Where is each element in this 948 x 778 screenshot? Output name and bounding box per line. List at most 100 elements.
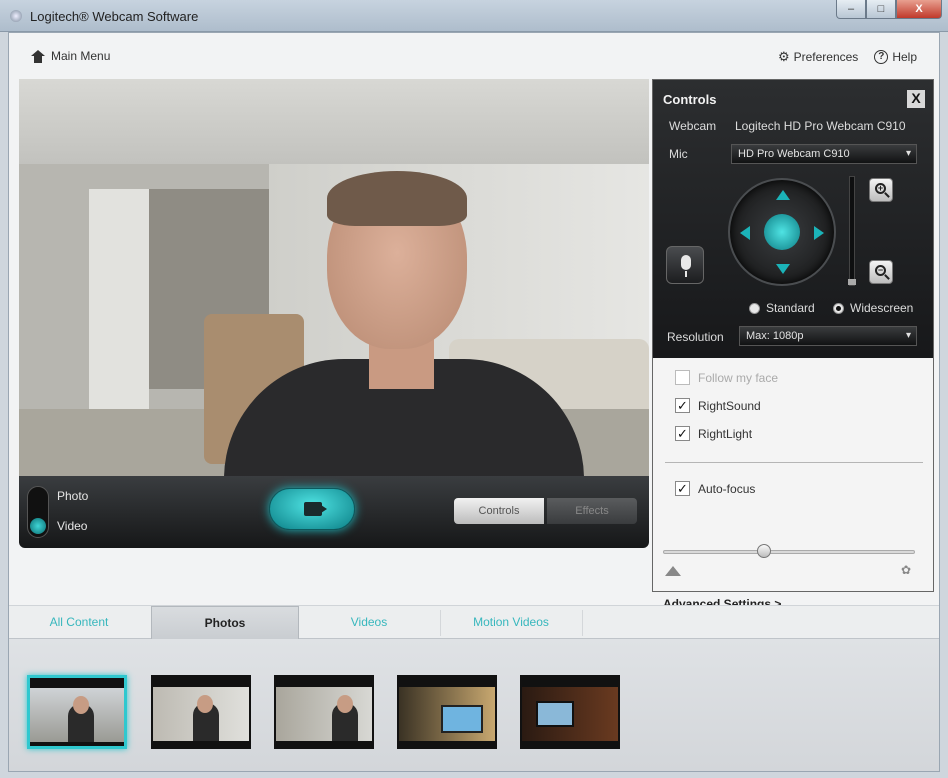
preferences-label: Preferences [793, 50, 859, 64]
microphone-icon [681, 255, 691, 270]
top-nav: Main Menu ⚙ Preferences ? Help [9, 33, 939, 79]
thumbnail-strip [9, 639, 939, 771]
zoom-out-handle [884, 274, 890, 280]
controls-panel-top: Controls X Webcam Logitech HD Pro Webcam… [653, 80, 933, 358]
microphone-stand [685, 271, 687, 277]
pan-tilt-pad[interactable] [728, 178, 836, 286]
rightsound-box: ✓ [675, 398, 690, 413]
zoom-in-handle [884, 192, 890, 198]
mode-photo-label[interactable]: Photo [57, 489, 88, 503]
tab-separator [582, 610, 583, 636]
webcam-label: Webcam [669, 119, 717, 133]
thumbnail-5[interactable] [520, 675, 620, 749]
thumbnail-face [337, 695, 353, 713]
thumbnail-face [197, 695, 213, 713]
radio-standard-dot [749, 302, 760, 314]
autofocus-checkbox[interactable]: ✓ Auto-focus [675, 481, 755, 496]
mic-dropdown[interactable]: HD Pro Webcam C910 ▾ [731, 144, 917, 164]
mode-video-label[interactable]: Video [57, 519, 87, 533]
controls-panel-title: Controls [663, 92, 717, 107]
rightsound-checkbox[interactable]: ✓ RightSound [675, 398, 761, 413]
pan-center-button[interactable] [764, 214, 800, 250]
webcam-value: Logitech HD Pro Webcam C910 [735, 119, 906, 133]
follow-face-label: Follow my face [698, 370, 779, 385]
preview-arch [89, 189, 149, 419]
record-button[interactable] [269, 488, 355, 530]
zoom-out-button[interactable]: − [869, 260, 893, 284]
thumbnail-screen [441, 705, 483, 733]
window-title: Logitech® Webcam Software [30, 9, 199, 24]
radio-widescreen-label: Widescreen [850, 301, 914, 315]
video-camera-icon [304, 502, 327, 516]
tab-all-content[interactable]: All Content [9, 606, 149, 639]
tab-photos[interactable]: Photos [151, 606, 299, 639]
autofocus-box: ✓ [675, 481, 690, 496]
main-menu-link[interactable]: Main Menu [31, 49, 110, 63]
rightsound-label: RightSound [698, 398, 761, 413]
gear-icon: ⚙ [777, 49, 790, 64]
preview-person-hair [327, 171, 467, 226]
rightlight-checkbox[interactable]: ✓ RightLight [675, 426, 752, 441]
home-icon [31, 49, 45, 63]
radio-standard[interactable]: Standard [749, 301, 815, 315]
thumbnail-screen [536, 701, 574, 727]
capture-bar: Photo Video Controls Effects [19, 476, 649, 548]
mountain-icon [665, 566, 681, 576]
resolution-dropdown-value: Max: 1080p [746, 330, 804, 342]
app-frame: Main Menu ⚙ Preferences ? Help Photo Vid… [8, 32, 940, 772]
gallery-tabs: All Content Photos Videos Motion Videos [9, 605, 939, 639]
zoom-in-button[interactable]: + [869, 178, 893, 202]
radio-standard-label: Standard [766, 301, 815, 315]
radio-widescreen[interactable]: Widescreen [833, 301, 913, 315]
panel-divider [665, 462, 923, 463]
help-label: Help [892, 50, 917, 64]
controls-panel: Controls X Webcam Logitech HD Pro Webcam… [652, 79, 934, 611]
mic-label: Mic [669, 147, 688, 161]
preview-ceiling [19, 79, 649, 164]
rightlight-label: RightLight [698, 426, 753, 441]
focus-slider-thumb[interactable] [756, 544, 771, 558]
main-menu-label: Main Menu [51, 49, 111, 63]
title-bar: Logitech® Webcam Software – □ X [0, 0, 948, 32]
top-right-links: ⚙ Preferences ? Help [778, 49, 917, 65]
autofocus-label: Auto-focus [698, 481, 756, 496]
thumbnail-1[interactable] [27, 675, 127, 749]
thumbnail-4[interactable] [397, 675, 497, 749]
chevron-down-icon: ▾ [905, 330, 911, 341]
tab-controls-button[interactable]: Controls [454, 498, 544, 524]
resolution-label: Resolution [667, 330, 724, 344]
mic-button[interactable] [666, 246, 704, 284]
toggle-knob [30, 518, 46, 534]
resolution-dropdown[interactable]: Max: 1080p ▾ [739, 326, 917, 346]
pan-right-icon[interactable] [814, 226, 824, 240]
pan-down-icon[interactable] [776, 264, 790, 274]
close-window-button[interactable]: X [896, 0, 942, 19]
thumbnail-2[interactable] [151, 675, 251, 749]
tab-videos[interactable]: Videos [299, 606, 439, 639]
zoom-slider-thumb[interactable] [848, 279, 856, 285]
follow-face-checkbox[interactable]: Follow my face [675, 370, 778, 385]
tab-effects-button[interactable]: Effects [547, 498, 637, 524]
pan-left-icon[interactable] [740, 226, 750, 240]
thumbnail-face [73, 696, 89, 714]
follow-face-box [675, 370, 690, 385]
minimize-button[interactable]: – [836, 0, 866, 19]
focus-slider[interactable] [663, 550, 915, 554]
maximize-button[interactable]: □ [866, 0, 896, 19]
photo-video-toggle[interactable] [27, 486, 49, 538]
help-link[interactable]: ? Help [874, 49, 917, 65]
radio-widescreen-dot [833, 302, 844, 314]
mic-dropdown-value: HD Pro Webcam C910 [738, 148, 850, 160]
preferences-link[interactable]: ⚙ Preferences [778, 49, 858, 65]
thumbnail-3[interactable] [274, 675, 374, 749]
pan-up-icon[interactable] [776, 190, 790, 200]
webcam-preview [19, 79, 649, 476]
tab-motion-videos[interactable]: Motion Videos [441, 606, 581, 639]
chevron-down-icon: ▾ [905, 148, 911, 159]
help-icon: ? [874, 50, 889, 64]
window-controls: – □ X [836, 0, 942, 19]
zoom-slider[interactable] [848, 176, 856, 286]
close-panel-button[interactable]: X [907, 90, 925, 108]
app-icon [10, 10, 22, 22]
flower-icon: ✿ [901, 563, 912, 577]
